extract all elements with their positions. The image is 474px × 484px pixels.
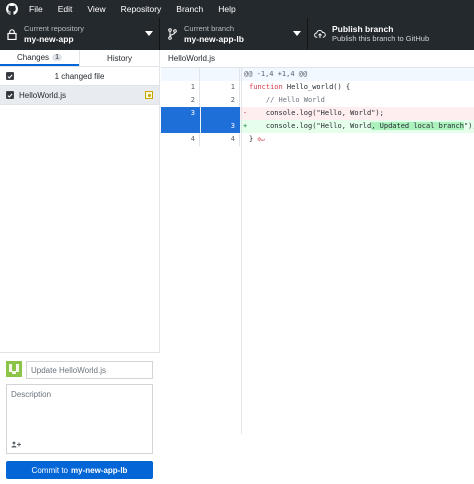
changes-count-badge: 1 (52, 53, 62, 61)
new-line-number (201, 107, 240, 120)
changed-files-summary: 1 changed file (54, 71, 105, 81)
diff-code: } ⊘↵ (249, 135, 265, 143)
menu-repository[interactable]: Repository (121, 4, 162, 14)
tab-changes-label: Changes (17, 52, 50, 62)
github-logo-icon (6, 3, 18, 15)
checkmark-icon (7, 74, 13, 79)
publish-branch-subtitle: Publish this branch to GitHub (332, 34, 430, 43)
commit-summary-input[interactable]: Update HelloWorld.js (26, 361, 153, 379)
old-line-number: 4 (161, 133, 200, 146)
menu-edit[interactable]: Edit (58, 4, 73, 14)
publish-branch-title: Publish branch (332, 24, 394, 34)
select-all-row: 1 changed file (0, 67, 159, 86)
addition-marker: + (243, 122, 248, 130)
old-line-number: 2 (161, 94, 200, 107)
old-line-number (161, 120, 200, 133)
current-repository-button[interactable]: Current repository my-new-app (0, 18, 160, 50)
diff-line-added[interactable]: 3 + console.log("Hello, World, Updated l… (161, 120, 474, 133)
tab-changes[interactable]: Changes 1 (0, 50, 79, 66)
menu-file[interactable]: File (29, 4, 43, 14)
inline-change-highlight: , Updated local branch (371, 122, 464, 130)
current-branch-button[interactable]: Current branch my-new-app-lb (160, 18, 308, 50)
menu-bar: File Edit View Repository Branch Help (0, 0, 474, 18)
current-repository-name: my-new-app (24, 34, 74, 44)
chevron-down-icon (293, 31, 301, 36)
menu-branch[interactable]: Branch (176, 4, 203, 14)
checkmark-icon (7, 93, 13, 98)
toolbar: Current repository my-new-app Current br… (0, 18, 474, 50)
chevron-down-icon (145, 31, 153, 36)
diff-code: function Hello_world() { (249, 83, 351, 91)
new-line-number: 3 (201, 120, 240, 133)
file-include-checkbox[interactable] (6, 91, 14, 99)
diff-view: HelloWorld.js @@ -1,4 +1,4 @@ 1 1 functi… (161, 50, 474, 434)
tab-history-label: History (107, 53, 132, 63)
changed-file-name: HelloWorld.js (19, 90, 66, 100)
commit-button-branch: my-new-app-lb (71, 465, 128, 475)
new-line-number: 2 (201, 94, 240, 107)
current-branch-label: Current branch (184, 24, 235, 33)
menu-help[interactable]: Help (218, 4, 235, 14)
old-line-number: 3 (161, 107, 200, 120)
sidebar-tabs: Changes 1 History (0, 50, 159, 67)
diff-file-header: HelloWorld.js (161, 50, 474, 68)
file-modified-icon (145, 91, 153, 99)
publish-branch-button[interactable]: Publish branch Publish this branch to Gi… (308, 18, 474, 50)
commit-description-placeholder: Description (11, 390, 52, 399)
commit-button[interactable]: Commit to my-new-app-lb (6, 461, 153, 479)
current-repository-label: Current repository (24, 24, 85, 33)
commit-panel: Update HelloWorld.js Description Commit … (0, 352, 160, 484)
deletion-marker: - (243, 109, 248, 117)
diff-code: console.log("Hello, World"); (249, 109, 384, 117)
changes-sidebar: Changes 1 History 1 changed file HelloWo… (0, 50, 160, 484)
current-branch-name: my-new-app-lb (184, 34, 244, 44)
hunk-header-text: @@ -1,4 +1,4 @@ (244, 70, 308, 78)
menu-view[interactable]: View (87, 4, 105, 14)
new-line-number: 1 (201, 81, 240, 94)
old-line-number: 1 (161, 81, 200, 94)
diff-line[interactable]: 4 4 } ⊘↵ (161, 133, 474, 146)
diff-code: // Hello World (249, 96, 325, 104)
commit-description-field[interactable]: Description (6, 384, 153, 454)
add-coauthor-icon[interactable] (11, 441, 21, 450)
changed-file-item[interactable]: HelloWorld.js (0, 86, 159, 105)
select-all-checkbox[interactable] (6, 72, 14, 80)
cloud-upload-icon (314, 29, 326, 39)
new-line-number: 4 (201, 133, 240, 146)
diff-line[interactable]: 1 1 function Hello_world() { (161, 81, 474, 94)
gutter-divider (241, 68, 242, 434)
no-newline-icon: ⊘↵ (257, 136, 265, 143)
avatar (6, 361, 22, 377)
repository-lock-icon (6, 28, 18, 40)
diff-line-deleted[interactable]: 3 - console.log("Hello, World"); (161, 107, 474, 120)
diff-line[interactable]: 2 2 // Hello World (161, 94, 474, 107)
commit-button-prefix: Commit to (31, 465, 68, 475)
tab-history[interactable]: History (79, 50, 159, 66)
diff-code: console.log("Hello, World, Updated local… (249, 122, 474, 130)
branch-icon (166, 28, 178, 40)
hunk-header[interactable]: @@ -1,4 +1,4 @@ (161, 68, 474, 81)
